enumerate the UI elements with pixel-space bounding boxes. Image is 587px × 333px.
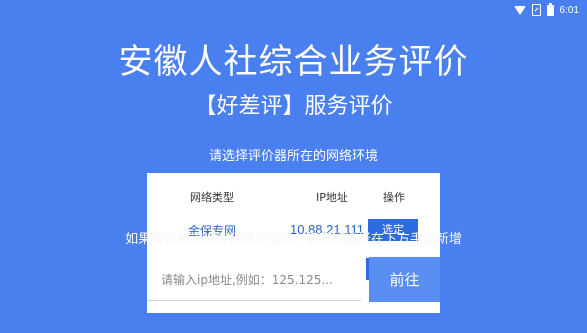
network-prompt: 请选择评价器所在的网络环境 (208, 149, 378, 164)
no-sim-icon (531, 4, 541, 16)
status-icons: 6:01 (513, 2, 579, 17)
manual-add-hint: 如果所在地市没有预设IP地址，您可以选择在下方手动新增 (125, 232, 462, 247)
page-title: 安徽人社综合业务评价 (118, 42, 469, 82)
go-button[interactable]: 前往 (369, 257, 440, 302)
table-header: 网络类型 IP地址 操作 (147, 189, 440, 205)
header-ip-address: IP地址 (316, 191, 348, 204)
status-time: 6:01 (559, 4, 579, 16)
ip-address-input[interactable] (147, 259, 361, 301)
header-network-type: 网络类型 (190, 191, 234, 204)
status-bar: 6:01 (0, 0, 587, 20)
page-subtitle: 【好差评】服务评价 (194, 94, 393, 119)
header-action: 操作 (383, 191, 405, 204)
battery-icon (546, 2, 554, 16)
wifi-icon (513, 5, 526, 15)
